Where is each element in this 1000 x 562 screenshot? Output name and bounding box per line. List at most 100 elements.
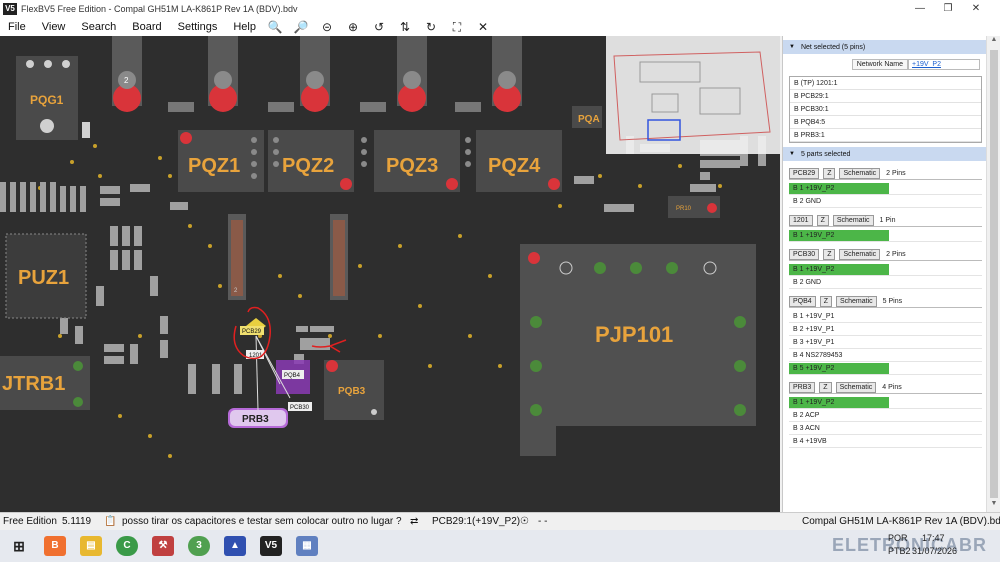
collapse-triangle-icon[interactable]: ▼ <box>789 44 795 50</box>
part-pin-row[interactable]: B 1 +19V_P2 <box>789 396 982 409</box>
zoom-part-button[interactable]: Z <box>823 167 836 179</box>
part-pin-row[interactable]: B 2 +19V_P1 <box>789 323 982 336</box>
flip-icon[interactable]: ⇅ <box>392 18 418 36</box>
language[interactable]: POR <box>888 533 908 543</box>
label-pqg1: PQG1 <box>30 93 64 107</box>
part-pin-text: B 4 +19VB <box>793 438 827 445</box>
status-message: posso tirar os capacitores e testar sem … <box>122 516 402 527</box>
restore-icon[interactable]: ❐ <box>934 0 962 18</box>
label-pqz3: PQZ3 <box>386 155 438 177</box>
part-pin-row[interactable]: B 4 NS2789453 <box>789 349 982 362</box>
network-name-value[interactable]: +19V_P2 <box>908 58 980 70</box>
schematic-button[interactable]: Schematic <box>839 167 881 179</box>
pin-icon: ⇄ <box>410 516 419 527</box>
part-name[interactable]: PRB3 <box>789 381 816 393</box>
board-canvas[interactable]: 2 PQG1 PQZ1 PQZ2 PQZ3 PQZ4 PUZ1 JTRB1 2 … <box>0 36 780 512</box>
part-pin-text: B 2 +19V_P1 <box>793 326 835 333</box>
clipboard-icon: 📋 <box>104 516 117 527</box>
close-window-icon[interactable]: ✕ <box>962 0 990 18</box>
zoom-part-button[interactable]: Z <box>823 248 836 260</box>
app-icon[interactable]: ▲ <box>224 536 246 556</box>
board-view[interactable]: 2 PQG1 PQZ1 PQZ2 PQZ3 PQZ4 PUZ1 JTRB1 2 … <box>0 36 780 512</box>
clock-time[interactable]: 17:47 <box>922 533 945 543</box>
menu-bar: File View Search Board Settings Help <box>0 18 1000 36</box>
menu-search[interactable]: Search <box>73 18 124 36</box>
net-selected-header[interactable]: ▼ Net selected (5 pins) <box>783 40 986 54</box>
part-pin-row[interactable]: B 1 +19V_P2 <box>789 229 982 242</box>
rotate-cw-icon[interactable]: ↻ <box>418 18 444 36</box>
part-name[interactable]: PQB4 <box>789 295 816 307</box>
tag-pqb4: PQB4 <box>284 373 301 379</box>
zoom-in-icon[interactable]: 🔍 <box>262 18 288 36</box>
schematic-button[interactable]: Schematic <box>835 381 877 393</box>
language-sub[interactable]: PTB2 <box>888 546 911 556</box>
part-pin-row[interactable]: B 3 +19V_P1 <box>789 336 982 349</box>
part-name[interactable]: PCB29 <box>789 167 820 179</box>
part-pin-row[interactable]: B 3 ACN <box>789 422 982 435</box>
tag-pcb29: PCB29 <box>242 329 262 335</box>
part-name[interactable]: PCB30 <box>789 248 820 260</box>
menu-file[interactable]: File <box>0 18 34 36</box>
part-name[interactable]: 1201 <box>789 214 813 226</box>
chrome-icon[interactable]: C <box>116 536 138 556</box>
menu-board[interactable]: Board <box>124 18 169 36</box>
brave-icon[interactable]: B <box>44 536 66 556</box>
close-x-icon[interactable]: ✕ <box>470 18 496 36</box>
notepad-icon[interactable]: ▦ <box>296 536 318 556</box>
zoom-part-button[interactable]: Z <box>819 295 832 307</box>
part-pin-row[interactable]: B 1 +19V_P2 <box>789 182 982 195</box>
menu-help[interactable]: Help <box>225 18 264 36</box>
status-file: Compal GH51M LA-K861P Rev 1A (BDV).bdv <box>802 516 1000 527</box>
collapse-triangle-icon[interactable]: ▼ <box>789 151 795 157</box>
net-pin-row[interactable]: B PCB29:1 <box>790 90 981 103</box>
part-pin-row[interactable]: B 2 GND <box>789 276 982 289</box>
panel-scrollbar[interactable]: ▲ ▼ <box>986 36 1000 512</box>
windows-start-icon[interactable]: ⊞ <box>8 536 30 556</box>
part-pin-row[interactable]: B 5 +19V_P2 <box>789 362 982 375</box>
zoom-out-icon[interactable]: 🔎 <box>288 18 314 36</box>
scroll-down-icon[interactable]: ▼ <box>987 500 1000 512</box>
part-pin-row[interactable]: B 1 +19V_P1 <box>789 310 982 323</box>
clock-date[interactable]: 31/07/2026 <box>912 546 957 556</box>
whatsapp-icon[interactable]: 3 <box>188 536 210 556</box>
part-pin-row[interactable]: B 2 GND <box>789 195 982 208</box>
scroll-thumb[interactable] <box>990 50 998 498</box>
net-pin-row[interactable]: B PRB3:1 <box>790 129 981 142</box>
flexbv-taskbar-icon[interactable]: V5 <box>260 536 282 556</box>
file-explorer-icon[interactable]: ▤ <box>80 536 102 556</box>
net-pin-row[interactable]: B (TP) 1201:1 <box>790 77 981 90</box>
minimap[interactable] <box>606 36 780 154</box>
net-pin-row[interactable]: B PQB4:5 <box>790 116 981 129</box>
menu-settings[interactable]: Settings <box>170 18 226 36</box>
zoom-part-button[interactable]: Z <box>816 214 829 226</box>
part-pin-text: B 1 +19V_P2 <box>793 185 835 192</box>
pjp101-component[interactable] <box>520 244 756 456</box>
part-pin-row[interactable]: B 4 +19VB <box>789 435 982 448</box>
part-pin-text: B 2 ACP <box>793 412 820 419</box>
menu-view[interactable]: View <box>34 18 74 36</box>
part-block: 1201 Z Schematic 1 Pin B 1 +19V_P2 <box>789 214 982 242</box>
zoom-part-button[interactable]: Z <box>819 381 832 393</box>
label-jtrb1: JTRB1 <box>2 373 65 395</box>
part-pin-text: B 4 NS2789453 <box>793 352 843 359</box>
part-pin-row[interactable]: B 1 +19V_P2 <box>789 263 982 276</box>
zoom-plus-circle-icon[interactable]: ⊕ <box>340 18 366 36</box>
part-pin-row[interactable]: B 2 ACP <box>789 409 982 422</box>
fit-icon[interactable]: ⛶ <box>444 18 470 36</box>
part-pin-text: B 1 +19V_P2 <box>793 232 835 239</box>
parts-selected-header[interactable]: ▼ 5 parts selected <box>783 147 986 161</box>
rotate-ccw-icon[interactable]: ↺ <box>366 18 392 36</box>
schematic-button[interactable]: Schematic <box>839 248 881 260</box>
pin-count: 2 Pins <box>886 169 906 177</box>
part-pin-text: B 1 +19V_P2 <box>793 266 835 273</box>
minimize-icon[interactable]: — <box>906 0 934 18</box>
scroll-up-icon[interactable]: ▲ <box>987 36 1000 48</box>
tools-icon[interactable]: ⚒ <box>152 536 174 556</box>
schematic-button[interactable]: Schematic <box>835 295 877 307</box>
schematic-button[interactable]: Schematic <box>832 214 874 226</box>
label-pqz4: PQZ4 <box>488 155 541 177</box>
net-pin-list: B (TP) 1201:1 B PCB29:1 B PCB30:1 B PQB4:5 B… <box>789 76 982 143</box>
zoom-minus-circle-icon[interactable]: ⊝ <box>314 18 340 36</box>
net-pin-row[interactable]: B PCB30:1 <box>790 103 981 116</box>
label-puz1: PUZ1 <box>18 267 69 289</box>
